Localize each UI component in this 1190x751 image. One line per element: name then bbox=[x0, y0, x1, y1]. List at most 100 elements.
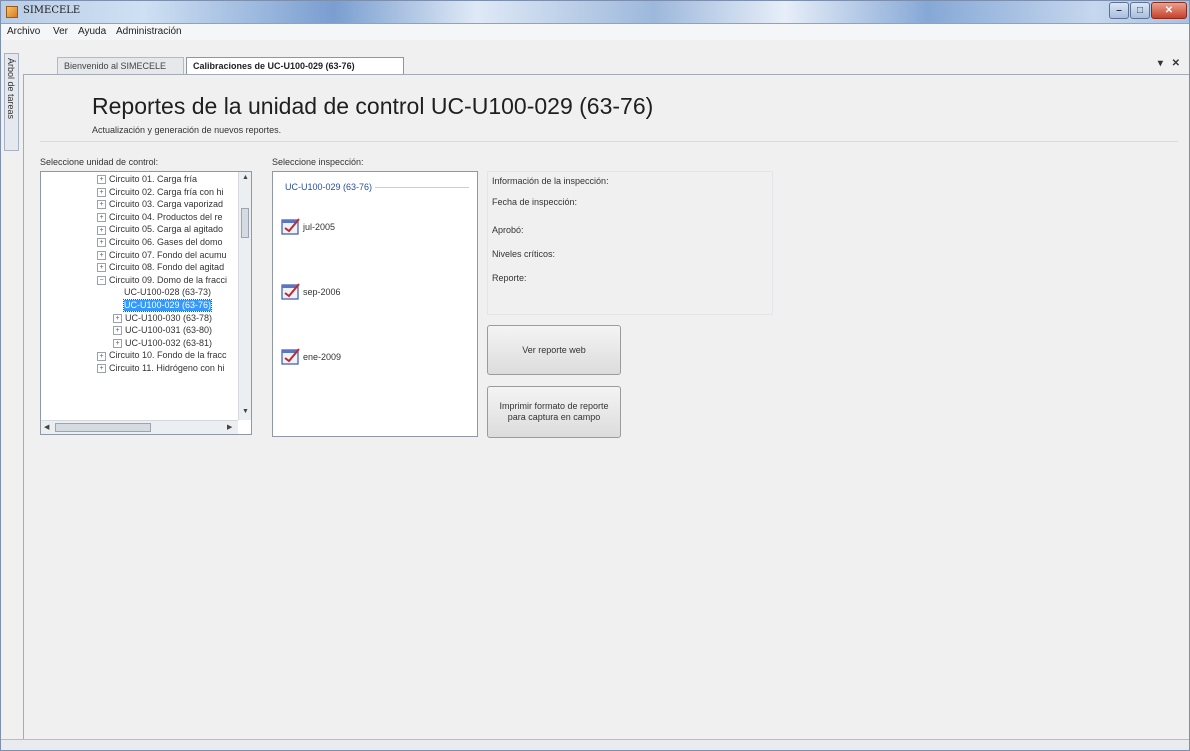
tree-node-label: UC-U100-031 (63-80) bbox=[125, 325, 213, 336]
expand-icon[interactable]: + bbox=[97, 364, 106, 374]
tree-node-label: Circuito 08. Fondo del agitad bbox=[109, 262, 225, 273]
tree-node-control-unit[interactable]: UC-U100-029 (63-76) bbox=[122, 299, 213, 312]
menu-ver[interactable]: Ver bbox=[53, 26, 68, 37]
tree-node-control-unit[interactable]: UC-U100-028 (63-73) bbox=[124, 287, 211, 298]
print-format-button[interactable]: Imprimir formato de reporte para captura… bbox=[487, 386, 621, 438]
tree-node-circuit[interactable]: + Circuito 06. Gases del domo bbox=[97, 237, 223, 248]
tab-label: Calibraciones de UC-U100-029 (63-76) bbox=[193, 61, 355, 71]
scroll-down-icon[interactable]: ▼ bbox=[242, 408, 249, 415]
tree-node-label: Circuito 06. Gases del domo bbox=[109, 237, 223, 247]
inspection-item[interactable]: ene-2009 bbox=[281, 347, 341, 366]
maximize-button[interactable]: □ bbox=[1130, 2, 1150, 19]
expand-icon[interactable]: + bbox=[97, 187, 106, 197]
tree-node-label: Circuito 03. Carga vaporizad bbox=[109, 199, 224, 210]
minimize-button[interactable]: – bbox=[1109, 2, 1129, 19]
tree-node-label: Circuito 07. Fondo del acumu bbox=[109, 249, 227, 260]
menu-ayuda[interactable]: Ayuda bbox=[78, 26, 106, 37]
scroll-left-icon[interactable]: ◀ bbox=[44, 423, 49, 431]
view-web-report-button[interactable]: Ver reporte web bbox=[487, 325, 621, 375]
info-field-niveles: Niveles críticos: bbox=[492, 249, 556, 259]
document-tabs: Bienvenido al SIMECELE Calibraciones de … bbox=[21, 57, 1189, 75]
status-bar bbox=[1, 739, 1189, 750]
tree-node-circuit[interactable]: + Circuito 01. Carga fría bbox=[97, 174, 197, 185]
expand-icon[interactable]: + bbox=[113, 313, 122, 323]
header-divider bbox=[40, 141, 1178, 142]
expand-icon[interactable]: + bbox=[97, 225, 106, 235]
tree-node-label: Circuito 09. Domo de la fracci bbox=[109, 274, 228, 285]
expand-icon[interactable]: + bbox=[97, 200, 106, 210]
tab-bienvenido[interactable]: Bienvenido al SIMECELE bbox=[57, 57, 184, 74]
expand-icon[interactable]: + bbox=[97, 250, 106, 260]
info-field-aprobo: Aprobó: bbox=[492, 225, 524, 235]
tree-vertical-scrollbar[interactable]: ▲ ▼ bbox=[238, 172, 251, 420]
tree-node-circuit[interactable]: + Circuito 02. Carga fría con hi bbox=[97, 187, 224, 198]
tab-close-controls[interactable]: ▾ ✕ bbox=[1158, 58, 1183, 69]
scroll-thumb[interactable] bbox=[55, 423, 151, 432]
tree-node-label: Circuito 11. Hidrógeno con hi bbox=[109, 363, 225, 373]
tree-node-label: UC-U100-029 (63-76) bbox=[124, 300, 212, 310]
tree-horizontal-scrollbar[interactable]: ◀ ▶ bbox=[41, 420, 238, 434]
tab-label: Bienvenido al SIMECELE bbox=[64, 61, 167, 71]
inspection-item[interactable]: sep-2006 bbox=[281, 282, 341, 301]
tree-node-label: UC-U100-028 (63-73) bbox=[124, 287, 212, 298]
page-subtitle: Actualización y generación de nuevos rep… bbox=[92, 125, 282, 135]
group-divider bbox=[375, 187, 469, 188]
tree-node-label: UC-U100-032 (63-81) bbox=[125, 337, 213, 348]
tree-node-circuit[interactable]: + Circuito 08. Fondo del agitad bbox=[97, 262, 224, 273]
expand-icon[interactable]: + bbox=[97, 351, 106, 361]
inspection-date-label: ene-2009 bbox=[303, 351, 342, 362]
menu-bar: Archivo Ver Ayuda Administración bbox=[1, 24, 1189, 40]
side-panel-label: Árbol de tareas bbox=[6, 58, 16, 120]
tree-node-label: Circuito 04. Productos del re bbox=[109, 211, 223, 222]
menu-archivo[interactable]: Archivo bbox=[7, 26, 40, 37]
inspection-item[interactable]: jul-2005 bbox=[281, 217, 335, 236]
tree-node-circuit[interactable]: + Circuito 04. Productos del re bbox=[97, 212, 223, 223]
button-label-line1: Imprimir formato de reporte bbox=[499, 401, 609, 411]
inspection-list[interactable]: UC-U100-029 (63-76) jul-2005 sep-2006 ene-… bbox=[272, 171, 478, 437]
checklist-icon bbox=[281, 282, 301, 301]
collapse-icon[interactable]: − bbox=[97, 275, 106, 285]
control-unit-label: Seleccione unidad de control: bbox=[40, 157, 159, 167]
expand-icon[interactable]: + bbox=[97, 175, 106, 185]
tree-node-control-unit[interactable]: + UC-U100-032 (63-81) bbox=[113, 338, 212, 349]
tab-calibraciones[interactable]: Calibraciones de UC-U100-029 (63-76) bbox=[186, 57, 404, 75]
expand-icon[interactable]: + bbox=[113, 326, 122, 336]
tree-node-label: Circuito 02. Carga fría con hi bbox=[109, 186, 224, 197]
inspection-label: Seleccione inspección: bbox=[272, 157, 364, 167]
tree-node-circuit[interactable]: + Circuito 11. Hidrógeno con hi bbox=[97, 363, 224, 374]
tree-node-control-unit[interactable]: + UC-U100-030 (63-78) bbox=[113, 313, 212, 324]
close-button[interactable]: ✕ bbox=[1151, 2, 1187, 19]
inspection-group-header: UC-U100-029 (63-76) bbox=[285, 182, 373, 192]
tree-node-label: Circuito 01. Carga fría bbox=[109, 174, 198, 184]
scroll-up-icon[interactable]: ▲ bbox=[242, 174, 249, 181]
menu-administracion[interactable]: Administración bbox=[116, 26, 182, 37]
control-unit-tree[interactable]: + Circuito 01. Carga fría + Circuito 02. Ca… bbox=[40, 171, 252, 435]
button-label: Ver reporte web bbox=[522, 344, 586, 355]
tree-node-label: Circuito 05. Carga al agitado bbox=[109, 224, 224, 235]
tree-node-circuit[interactable]: + Circuito 07. Fondo del acumu bbox=[97, 250, 227, 261]
expand-icon[interactable]: + bbox=[97, 212, 106, 222]
app-icon bbox=[6, 6, 18, 18]
expand-icon[interactable]: + bbox=[97, 263, 106, 273]
checklist-icon bbox=[281, 217, 301, 236]
tree-node-control-unit[interactable]: + UC-U100-031 (63-80) bbox=[113, 325, 212, 336]
scroll-thumb[interactable] bbox=[241, 208, 249, 238]
tree-node-label: Circuito 10. Fondo de la fracc bbox=[109, 350, 227, 361]
scroll-right-icon[interactable]: ▶ bbox=[227, 423, 232, 431]
info-field-fecha: Fecha de inspección: bbox=[492, 197, 578, 207]
tree-node-circuit[interactable]: + Circuito 10. Fondo de la fracc bbox=[97, 350, 227, 361]
expand-icon[interactable]: + bbox=[113, 338, 122, 348]
main-content: Reportes de la unidad de control UC-U100… bbox=[23, 75, 1189, 739]
checklist-icon bbox=[281, 347, 301, 366]
side-panel-tab[interactable]: Árbol de tareas bbox=[4, 53, 19, 151]
tree-node-circuit[interactable]: − Circuito 09. Domo de la fracci bbox=[97, 275, 227, 286]
tree-node-label: UC-U100-030 (63-78) bbox=[125, 312, 213, 323]
application-window: SIMECELE – □ ✕ Archivo Ver Ayuda Adminis… bbox=[0, 0, 1190, 751]
title-bar: SIMECELE – □ ✕ bbox=[1, 1, 1189, 24]
tree-node-circuit[interactable]: + Circuito 05. Carga al agitado bbox=[97, 224, 223, 235]
info-title: Información de la inspección: bbox=[492, 176, 609, 186]
tree-node-circuit[interactable]: + Circuito 03. Carga vaporizad bbox=[97, 199, 223, 210]
info-field-reporte: Reporte: bbox=[492, 273, 527, 283]
inspection-date-label: jul-2005 bbox=[303, 221, 336, 232]
expand-icon[interactable]: + bbox=[97, 238, 106, 248]
